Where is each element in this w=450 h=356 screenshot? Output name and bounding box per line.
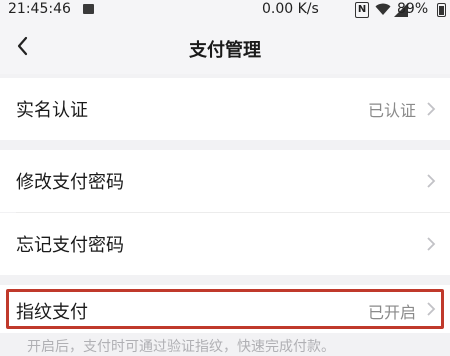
chevron-right-icon — [427, 174, 436, 188]
wifi-icon — [375, 3, 391, 15]
hint-text: 开启后，支付时可通过验证指纹，快速完成付款。 — [27, 339, 335, 355]
chevron-right-icon — [427, 102, 436, 116]
page-title: 支付管理 — [189, 40, 261, 61]
battery-percentage: 89% — [397, 1, 429, 17]
row-label: 实名认证 — [16, 100, 88, 121]
highlight-box — [6, 289, 444, 329]
chevron-right-icon — [427, 237, 436, 251]
row-label: 修改支付密码 — [16, 172, 124, 193]
status-time: 21:45:46 — [8, 1, 71, 17]
status-bar: 21:45:46 0.00 K/s N 89% — [0, 0, 450, 22]
network-speed: 0.00 K/s — [262, 1, 319, 17]
row-change-password[interactable]: 修改支付密码 — [0, 150, 450, 212]
battery-icon — [437, 3, 446, 17]
row-value: 已认证 — [367, 101, 416, 120]
nav-bar: 支付管理 — [0, 22, 450, 74]
row-label: 忘记支付密码 — [16, 235, 124, 256]
row-forgot-password[interactable]: 忘记支付密码 — [0, 213, 450, 275]
row-real-name-auth[interactable]: 实名认证 已认证 — [0, 78, 450, 140]
nfc-icon: N — [355, 2, 369, 18]
image-icon — [83, 4, 94, 14]
